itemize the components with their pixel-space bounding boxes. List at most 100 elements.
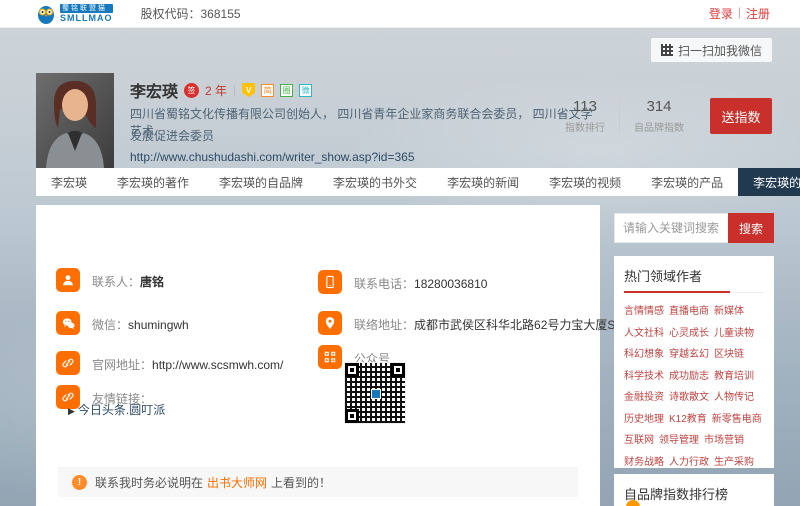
hot-tag[interactable]: K12教育 — [669, 410, 707, 425]
hot-tag[interactable]: 诗歌散文 — [669, 388, 709, 403]
hot-tag[interactable]: 财务战略 — [624, 453, 664, 468]
hot-tag[interactable]: 人力行政 — [669, 453, 709, 468]
scan-wechat-button[interactable]: 扫一扫加我微信 — [651, 38, 772, 62]
hot-tag[interactable]: 领导管理 — [659, 431, 699, 446]
hot-tag[interactable]: 历史地理 — [624, 410, 664, 425]
notice-text: 联系我时务必说明在出书大师网上看到的！ — [95, 474, 331, 491]
notice-prefix: 联系我时务必说明在 — [95, 476, 203, 490]
wechat-row: 微信：shumingwh — [56, 311, 189, 335]
link-icon — [56, 351, 80, 375]
wechat-value: shumingwh — [128, 318, 189, 332]
stat-value: 113 — [565, 98, 605, 115]
hot-tag[interactable]: 言情情感 — [624, 302, 664, 317]
wechat-icon — [56, 311, 80, 335]
cert-icon-2: 圈 — [280, 84, 293, 97]
qr-finder — [345, 363, 359, 377]
wechat-label: 微信： — [92, 318, 128, 332]
logo-latin: SMLLMAO — [60, 14, 113, 23]
exclamation-icon: ! — [72, 475, 87, 490]
avatar — [36, 73, 114, 168]
notice-site-link[interactable]: 出书大师网 — [207, 476, 267, 490]
hot-tag[interactable]: 教育培训 — [714, 367, 754, 382]
stats-block: 113 指数排行 314 自品牌指数 送指数 — [551, 98, 772, 134]
contact-card: 联系人：唐铭 联系电话：18280036810 微信：shumingwh 联络地… — [36, 205, 600, 506]
hot-tag[interactable]: 生产采购 — [714, 453, 754, 468]
search-input[interactable] — [614, 213, 728, 243]
stat-value: 314 — [634, 98, 684, 115]
hot-tag[interactable]: 互联网 — [624, 431, 654, 446]
tab-book-diplomacy[interactable]: 李宏瑛的书外交 — [318, 168, 432, 196]
hot-tag[interactable]: 心灵成长 — [669, 324, 709, 339]
hot-tag[interactable]: 区块链 — [714, 345, 744, 360]
logo-chinese: 蜀铭联盟猫 — [60, 4, 113, 13]
hot-tags: 言情情感直播电商新媒体 人文社科心灵成长儿童读物 科幻想象穿越玄幻区块链 科学技… — [624, 302, 764, 489]
tab-news[interactable]: 李宏瑛的新闻 — [432, 168, 534, 196]
site-logo[interactable]: 蜀铭联盟猫 SMLLMAO — [36, 3, 113, 25]
friend-link-item[interactable]: ▶今日头条.圆叮派 — [68, 401, 165, 418]
signed-badge-icon: 签 — [184, 83, 199, 98]
login-link[interactable]: 登录 — [709, 5, 733, 22]
phone-row: 联系电话：18280036810 — [318, 270, 487, 294]
hot-tag[interactable]: 科幻想象 — [624, 345, 664, 360]
profile-header: 李宏瑛 签 2 年 | V 简 圈 微 — [130, 78, 312, 102]
hot-tag[interactable]: 新媒体 — [714, 302, 744, 317]
tab-contact[interactable]: 李宏瑛的联系方式 — [738, 168, 800, 196]
hot-tag[interactable]: 市场营销 — [704, 431, 744, 446]
contact-person-row: 联系人：唐铭 — [56, 268, 164, 292]
tab-home[interactable]: 李宏瑛 — [36, 168, 102, 196]
hot-tag[interactable]: 成功励志 — [669, 367, 709, 382]
hot-authors-panel: 热门领域作者 言情情感直播电商新媒体 人文社科心灵成长儿童读物 科幻想象穿越玄幻… — [614, 256, 774, 468]
website-value[interactable]: http://www.scsmwh.com/ — [152, 358, 283, 372]
phone-icon — [318, 270, 342, 294]
stat-index-rank: 113 指数排行 — [551, 98, 619, 134]
sidebar-search: 搜索 — [614, 213, 774, 243]
search-button[interactable]: 搜索 — [728, 213, 774, 243]
hot-tag[interactable]: 人物传记 — [714, 388, 754, 403]
tab-self-brand[interactable]: 李宏瑛的自品牌 — [204, 168, 318, 196]
writer-name: 李宏瑛 — [130, 78, 178, 102]
auth-divider: | — [738, 5, 741, 22]
hot-tag[interactable]: 人文社科 — [624, 324, 664, 339]
rank-panel-title: 自品牌指数排行榜 — [624, 484, 764, 506]
stat-label: 自品牌指数 — [634, 119, 684, 134]
hot-tag[interactable]: 新零售电商 — [712, 410, 762, 425]
contact-person-value: 唐铭 — [140, 275, 164, 289]
hot-tag[interactable]: 穿越玄幻 — [669, 345, 709, 360]
website-row: 官网地址：http://www.scsmwh.com/ — [56, 351, 283, 375]
stock-code: 股权代码：368155 — [141, 5, 241, 22]
tab-bar: 李宏瑛 李宏瑛的著作 李宏瑛的自品牌 李宏瑛的书外交 李宏瑛的新闻 李宏瑛的视频… — [36, 168, 772, 196]
hot-panel-title: 热门领域作者 — [624, 266, 764, 293]
friend-link-text: 今日头条.圆叮派 — [78, 403, 165, 417]
qr-icon — [318, 345, 342, 369]
tab-works[interactable]: 李宏瑛的著作 — [102, 168, 204, 196]
register-link[interactable]: 注册 — [746, 5, 770, 22]
stat-brand-index: 314 自品牌指数 — [620, 98, 698, 134]
contact-person-label: 联系人： — [92, 275, 140, 289]
address-label: 联络地址： — [354, 318, 414, 332]
badge-divider: | — [233, 83, 236, 97]
qr-finder — [391, 363, 405, 377]
qr-center-logo — [371, 389, 381, 399]
hot-tag[interactable]: 金融投资 — [624, 388, 664, 403]
phone-label: 联系电话： — [354, 277, 414, 291]
person-icon — [56, 268, 80, 292]
cert-icon-3: 微 — [299, 84, 312, 97]
profile-url-link[interactable]: http://www.chushudashi.com/writer_show.a… — [130, 150, 415, 164]
hot-tag[interactable]: 科学技术 — [624, 367, 664, 382]
verified-shield-icon: V — [242, 83, 255, 97]
send-index-button[interactable]: 送指数 — [710, 98, 772, 134]
avatar-photo — [36, 73, 114, 168]
years-label: 2 年 — [205, 82, 227, 99]
tab-videos[interactable]: 李宏瑛的视频 — [534, 168, 636, 196]
triangle-bullet-icon: ▶ — [68, 406, 75, 416]
logo-text: 蜀铭联盟猫 SMLLMAO — [60, 4, 113, 23]
hot-tag[interactable]: 直播电商 — [669, 302, 709, 317]
auth-links: 登录 | 注册 — [709, 5, 770, 22]
owl-logo-icon — [36, 3, 56, 25]
phone-value: 18280036810 — [414, 277, 487, 291]
tab-products[interactable]: 李宏瑛的产品 — [636, 168, 738, 196]
qr-finder — [345, 409, 359, 423]
hot-tag[interactable]: 儿童读物 — [714, 324, 754, 339]
stat-label: 指数排行 — [565, 119, 605, 134]
location-pin-icon — [318, 311, 342, 335]
